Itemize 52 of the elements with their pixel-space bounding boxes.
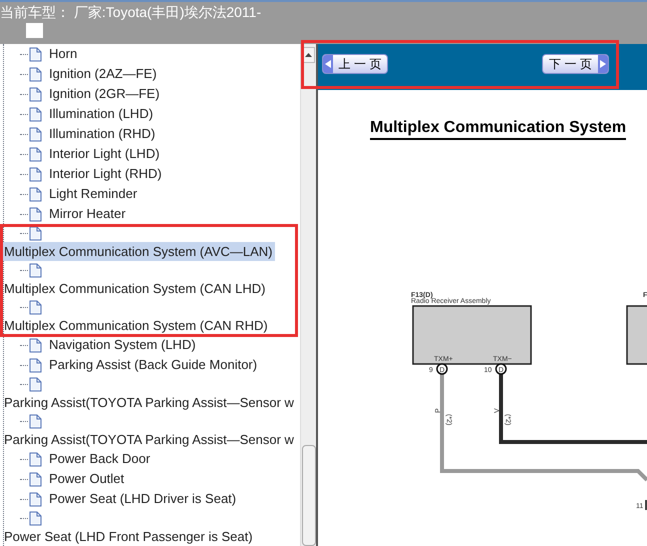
page-icon [29,66,42,82]
window-title: 当前车型： 厂家:Toyota(丰田)埃尔法2011- [0,3,262,22]
tree-item[interactable]: Power Seat (LHD Front Passenger is Seat) [0,527,255,546]
tree-item[interactable]: Interior Light (LHD) [48,144,161,164]
component-box [626,305,647,365]
document-title: Multiplex Communication System [370,118,626,140]
page-icon [29,186,42,202]
next-page-button[interactable]: 下 一 页 [542,54,609,74]
page-icon [29,262,42,278]
page-icon [29,358,42,372]
page-icon [29,106,42,122]
page-icon [29,338,42,352]
tree-item[interactable]: Multiplex Communication System (AVC—LAN) [0,242,274,261]
terminal [436,363,448,375]
tree-item[interactable]: Power Back Door [48,449,152,469]
scroll-thumb[interactable] [302,445,316,546]
previous-page-button[interactable]: 上 一 页 [322,54,388,74]
page-icon [29,206,42,222]
tree-item[interactable]: Multiplex Communication System (CAN RHD) [0,316,270,335]
terminal [495,363,507,375]
tree-item[interactable]: Power Outlet [48,469,126,489]
tree-item[interactable]: Light Reminder [48,184,138,204]
tree-item[interactable]: Ignition (2AZ—FE) [48,64,158,84]
tree-item[interactable]: Interior Light (RHD) [48,164,163,184]
page-icon [29,472,42,486]
page-icon [29,376,42,392]
tree-item[interactable]: Parking Assist(TOYOTA Parking Assist—Sensor w [0,430,296,449]
tree-item[interactable]: Power Seat (LHD Driver is Seat) [48,489,238,509]
arrow-right-icon [599,59,607,69]
page-icon [29,46,42,62]
page-icon [29,166,42,182]
tree-item[interactable]: Horn [48,44,78,64]
page-icon [29,226,42,240]
tree-item[interactable]: Multiplex Communication System (CAN LHD) [0,279,268,298]
tree-item[interactable]: Ignition (2GR—FE) [48,84,161,104]
page-icon [29,510,42,526]
caret-up-icon [305,53,312,57]
arrow-left-icon [324,59,332,69]
page-icon [29,126,42,142]
page-icon [29,492,42,506]
tree-item[interactable]: Illumination (RHD) [48,124,156,144]
page-icon [29,86,42,102]
page-icon [29,146,42,162]
tree-item[interactable]: Mirror Heater [48,204,127,224]
tree-item[interactable]: Parking Assist (Back Guide Monitor) [48,355,258,375]
page-icon [29,414,42,428]
tree-item[interactable]: Parking Assist(TOYOTA Parking Assist—Sensor w [0,393,296,412]
blank-icon [26,23,43,38]
page-icon [29,300,42,314]
page-icon [29,452,42,466]
tree-item[interactable]: Illumination (LHD) [48,104,154,124]
tree-item[interactable]: Navigation System (LHD) [48,335,197,355]
